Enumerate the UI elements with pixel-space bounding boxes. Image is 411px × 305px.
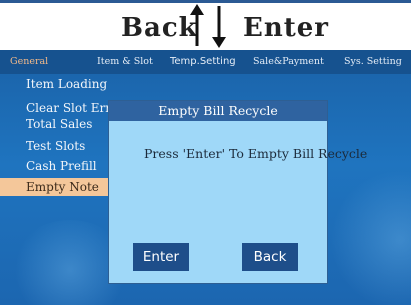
tab-item-slot[interactable]: Item & Slot xyxy=(97,56,153,67)
menu-item-item-loading[interactable]: Item Loading xyxy=(0,75,112,93)
arrow-down-icon xyxy=(212,6,226,48)
background-glow xyxy=(330,170,411,305)
menu-item-cash-prefill[interactable]: Cash Prefill xyxy=(0,157,112,175)
key-hint-bar: Back Enter xyxy=(0,0,411,50)
tab-temp-setting[interactable]: Temp.Setting xyxy=(170,56,236,67)
menu-item-test-slots[interactable]: Test Slots xyxy=(0,137,112,155)
dialog-message: Press 'Enter' To Empty Bill Recycle xyxy=(144,146,368,161)
menu-item-empty-note[interactable]: Empty Note xyxy=(0,178,112,196)
tab-sale-payment[interactable]: Sale&Payment xyxy=(253,56,324,67)
back-key-hint: Back xyxy=(121,13,198,43)
tab-bar: General Item & Slot Temp.Setting Sale&Pa… xyxy=(0,50,411,74)
menu-item-total-sales[interactable]: Total Sales xyxy=(0,115,112,133)
tab-general[interactable]: General xyxy=(10,56,48,67)
arrow-up-icon xyxy=(190,4,204,46)
enter-key-hint: Enter xyxy=(243,13,329,43)
dialog-title: Empty Bill Recycle xyxy=(109,101,327,121)
tab-sys-setting[interactable]: Sys. Setting xyxy=(344,56,402,67)
settings-screen: General Item & Slot Temp.Setting Sale&Pa… xyxy=(0,50,411,305)
top-accent-line xyxy=(0,0,411,3)
empty-bill-recycle-dialog: Empty Bill Recycle Press 'Enter' To Empt… xyxy=(108,100,367,284)
enter-button[interactable]: Enter xyxy=(133,243,189,271)
back-button[interactable]: Back xyxy=(242,243,298,271)
